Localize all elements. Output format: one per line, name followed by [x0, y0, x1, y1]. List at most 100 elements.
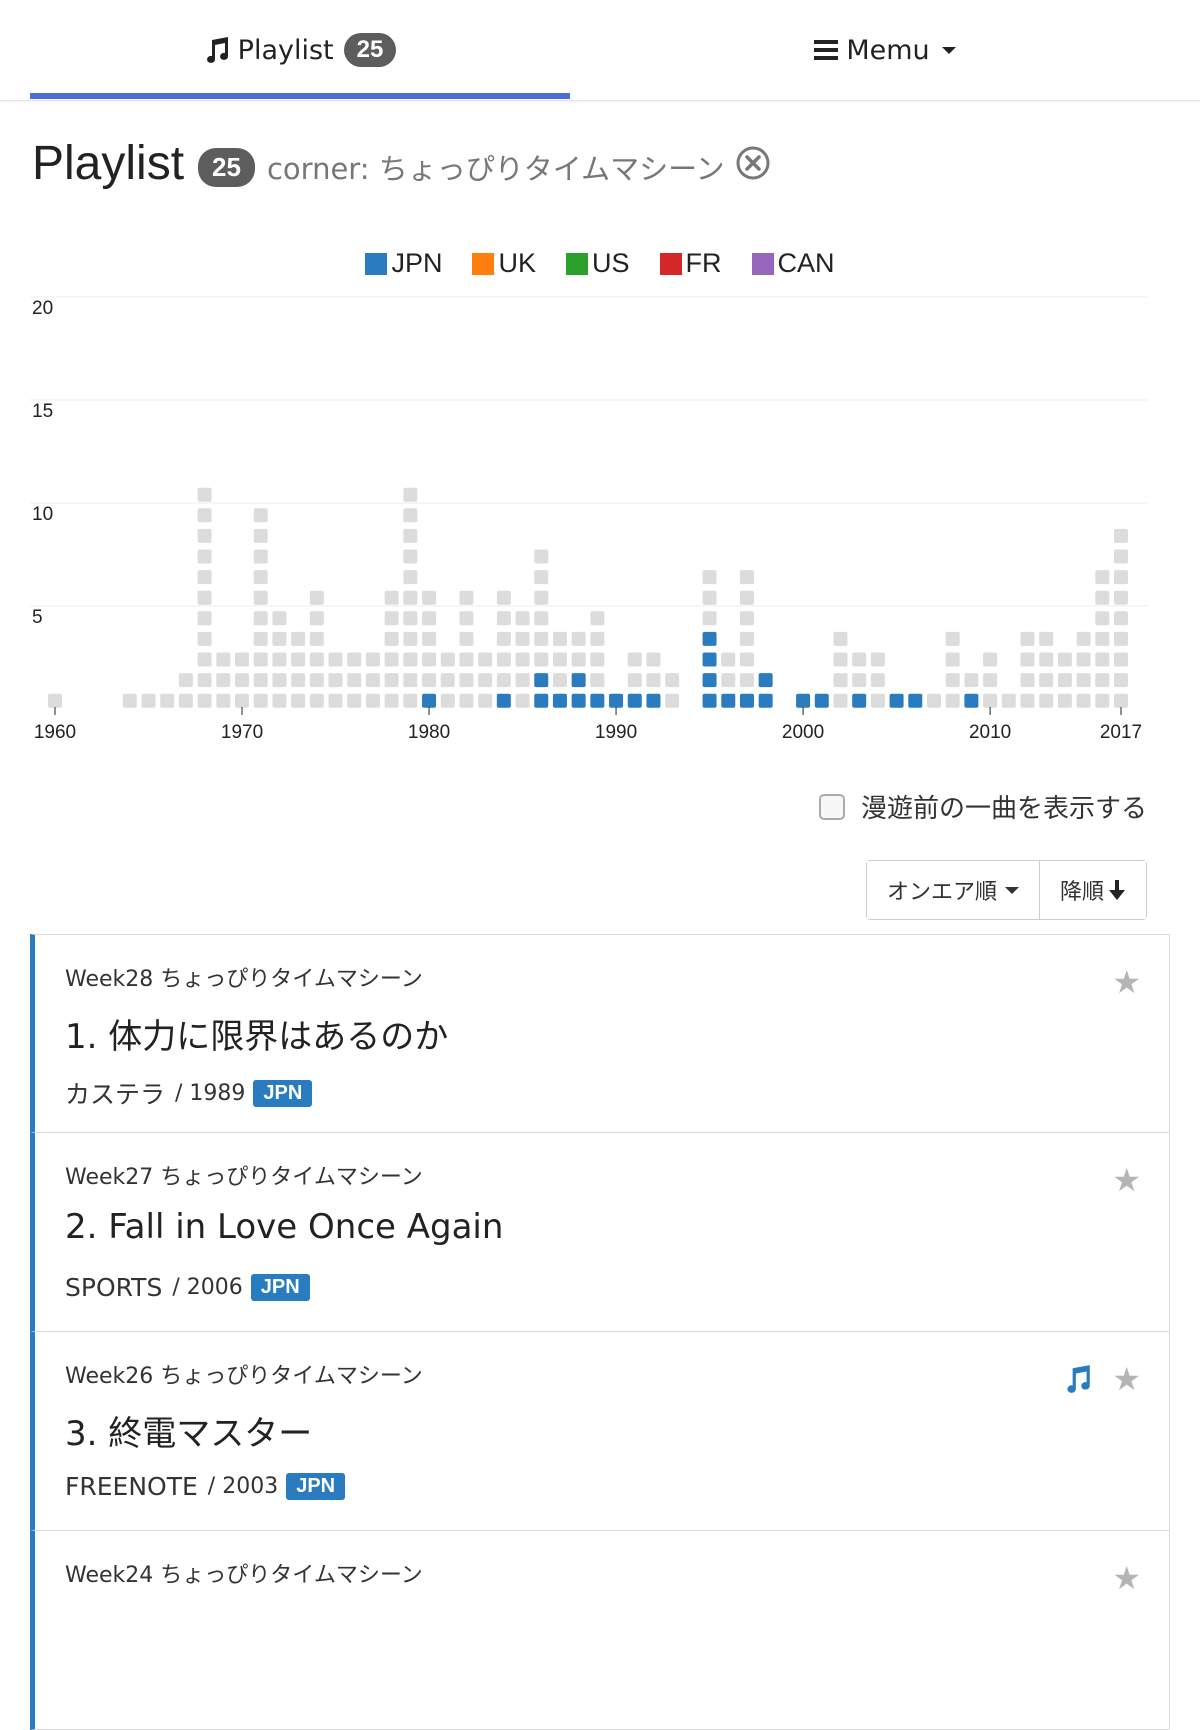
- chart-square-other[interactable]: [291, 693, 306, 708]
- chart-square-other[interactable]: [515, 693, 530, 708]
- star-icon[interactable]: ★: [1112, 1360, 1141, 1398]
- chart-square-other[interactable]: [1095, 631, 1110, 646]
- chart-square-other[interactable]: [309, 590, 324, 605]
- chart-square-other[interactable]: [347, 693, 362, 708]
- chart-square-other[interactable]: [422, 611, 437, 626]
- chart-square-other[interactable]: [964, 673, 979, 688]
- chart-square-jpn[interactable]: [852, 693, 867, 708]
- chart-square-other[interactable]: [403, 673, 418, 688]
- chart-square-jpn[interactable]: [702, 693, 717, 708]
- chart-square-other[interactable]: [422, 590, 437, 605]
- chart-square-other[interactable]: [590, 652, 605, 667]
- chart-square-other[interactable]: [365, 673, 380, 688]
- chart-square-other[interactable]: [459, 673, 474, 688]
- chart-square-other[interactable]: [515, 611, 530, 626]
- chart-square-other[interactable]: [253, 590, 268, 605]
- chart-square-jpn[interactable]: [889, 693, 904, 708]
- chart-square-other[interactable]: [347, 652, 362, 667]
- chart-square-other[interactable]: [272, 611, 287, 626]
- chart-square-other[interactable]: [1095, 590, 1110, 605]
- chart-square-other[interactable]: [1057, 673, 1072, 688]
- chart-square-other[interactable]: [721, 673, 736, 688]
- chart-square-other[interactable]: [496, 631, 511, 646]
- chart-square-other[interactable]: [1039, 693, 1054, 708]
- chart-square-other[interactable]: [384, 590, 399, 605]
- chart-square-other[interactable]: [309, 631, 324, 646]
- chart-square-other[interactable]: [440, 693, 455, 708]
- chart-square-other[interactable]: [1039, 673, 1054, 688]
- chart-square-other[interactable]: [833, 693, 848, 708]
- sort-field-dropdown[interactable]: オンエア順: [866, 861, 1039, 919]
- chart-square-other[interactable]: [178, 673, 193, 688]
- chart-square-other[interactable]: [515, 673, 530, 688]
- chart-square-other[interactable]: [926, 693, 941, 708]
- chart-square-jpn[interactable]: [534, 673, 549, 688]
- chart-square-jpn[interactable]: [739, 693, 754, 708]
- chart-square-other[interactable]: [384, 673, 399, 688]
- chart-square-other[interactable]: [721, 652, 736, 667]
- chart-square-other[interactable]: [478, 693, 493, 708]
- chart-square-other[interactable]: [833, 673, 848, 688]
- chart-square-other[interactable]: [534, 549, 549, 564]
- chart-square-other[interactable]: [253, 673, 268, 688]
- chart-square-other[interactable]: [945, 693, 960, 708]
- show-prev-song-checkbox[interactable]: [818, 793, 845, 820]
- artist-name[interactable]: FREENOTE: [65, 1472, 198, 1501]
- tab-playlist[interactable]: Playlist 25: [30, 0, 570, 100]
- chart-square-other[interactable]: [739, 673, 754, 688]
- chart-square-other[interactable]: [197, 549, 212, 564]
- chart-square-jpn[interactable]: [590, 693, 605, 708]
- chart-square-other[interactable]: [422, 673, 437, 688]
- chart-square-other[interactable]: [384, 693, 399, 708]
- chart-square-jpn[interactable]: [702, 652, 717, 667]
- chart-square-other[interactable]: [571, 631, 586, 646]
- chart-square-jpn[interactable]: [964, 693, 979, 708]
- tab-memu[interactable]: Memu: [570, 0, 1200, 100]
- chart-square-other[interactable]: [197, 570, 212, 585]
- chart-square-other[interactable]: [646, 652, 661, 667]
- chart-square-other[interactable]: [1095, 570, 1110, 585]
- chart-square-other[interactable]: [422, 652, 437, 667]
- chart-square-other[interactable]: [122, 693, 137, 708]
- chart-square-other[interactable]: [253, 652, 268, 667]
- star-icon[interactable]: ★: [1112, 963, 1141, 1001]
- chart-square-other[interactable]: [702, 611, 717, 626]
- chart-square-other[interactable]: [1057, 652, 1072, 667]
- chart-square-other[interactable]: [365, 693, 380, 708]
- chart-square-jpn[interactable]: [422, 693, 437, 708]
- chart-square-other[interactable]: [197, 528, 212, 543]
- chart-square-jpn[interactable]: [646, 693, 661, 708]
- chart-square-other[interactable]: [590, 611, 605, 626]
- list-item[interactable]: Week27 ちょっぴりタイムマシーン 2. Fall in Love Once…: [30, 1133, 1170, 1332]
- chart-square-other[interactable]: [534, 631, 549, 646]
- chart-square-jpn[interactable]: [571, 673, 586, 688]
- chart-square-other[interactable]: [384, 611, 399, 626]
- chart-square-other[interactable]: [291, 631, 306, 646]
- chart-square-other[interactable]: [253, 508, 268, 523]
- chart-square-other[interactable]: [440, 652, 455, 667]
- chart-square-other[interactable]: [1039, 631, 1054, 646]
- chart-square-other[interactable]: [459, 631, 474, 646]
- chart-square-other[interactable]: [272, 652, 287, 667]
- chart-square-other[interactable]: [552, 631, 567, 646]
- chart-square-other[interactable]: [983, 693, 998, 708]
- chart-square-other[interactable]: [216, 652, 231, 667]
- chart-square-other[interactable]: [459, 590, 474, 605]
- star-icon[interactable]: ★: [1112, 1559, 1141, 1597]
- chart-square-other[interactable]: [1095, 652, 1110, 667]
- chart-square-other[interactable]: [1076, 631, 1091, 646]
- chart-square-other[interactable]: [459, 693, 474, 708]
- chart-square-other[interactable]: [197, 611, 212, 626]
- chart-square-other[interactable]: [1001, 693, 1016, 708]
- chart-square-other[interactable]: [253, 631, 268, 646]
- chart-square-jpn[interactable]: [721, 693, 736, 708]
- chart-square-other[interactable]: [478, 652, 493, 667]
- chart-square-other[interactable]: [1114, 528, 1128, 543]
- chart-square-other[interactable]: [197, 508, 212, 523]
- chart-square-other[interactable]: [216, 673, 231, 688]
- chart-square-other[interactable]: [496, 611, 511, 626]
- chart-square-other[interactable]: [1020, 652, 1035, 667]
- chart-square-other[interactable]: [1114, 693, 1128, 708]
- chart-square-other[interactable]: [328, 673, 343, 688]
- chart-square-jpn[interactable]: [908, 693, 923, 708]
